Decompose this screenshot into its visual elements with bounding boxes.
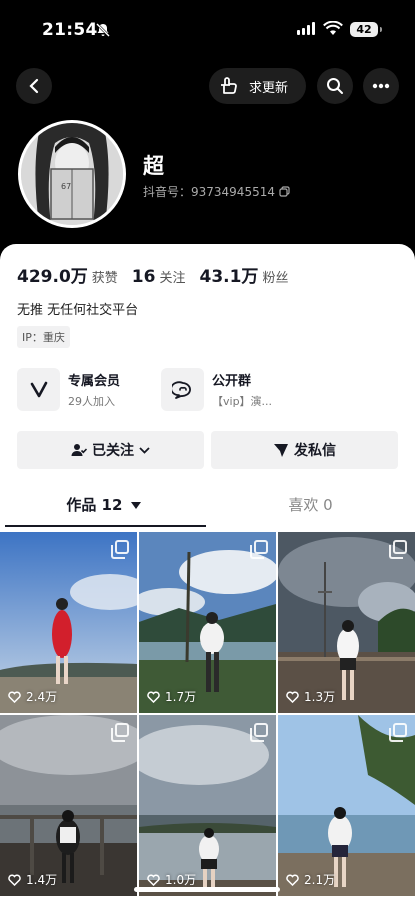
- post-thumbnail[interactable]: 2.1万: [278, 715, 415, 896]
- post-likes: 2.1万: [286, 871, 335, 888]
- stat-likes-value: 429.0万: [17, 267, 88, 287]
- heart-icon: [8, 873, 21, 886]
- cellular-signal-icon: [297, 22, 315, 35]
- send-arrow-icon: [274, 443, 288, 457]
- feature-membership-subtitle: 29人加入: [68, 395, 115, 408]
- status-bar: 21:54 42: [0, 0, 415, 60]
- post-likes-count: 2.4万: [26, 690, 58, 704]
- heart-icon: [8, 690, 21, 703]
- stat-following-value: 16: [131, 267, 156, 287]
- more-dots-icon: [372, 83, 390, 89]
- hand-pointing-icon: [221, 77, 237, 94]
- stat-following-label: 关注: [159, 271, 186, 286]
- post-likes: 1.0万: [147, 871, 196, 888]
- mute-bell-icon: [95, 22, 111, 42]
- status-time: 21:54: [42, 20, 98, 40]
- post-thumbnail[interactable]: 2.4万: [0, 532, 137, 713]
- request-update-button[interactable]: 求更新: [209, 68, 306, 104]
- post-thumbnail[interactable]: 1.7万: [139, 532, 276, 713]
- post-likes: 1.7万: [147, 688, 196, 705]
- svg-text:67: 67: [61, 182, 71, 191]
- tab-works-label: 作品 12: [66, 496, 123, 514]
- send-message-label: 发私信: [294, 443, 336, 459]
- multi-image-icon: [389, 540, 407, 559]
- send-message-button[interactable]: 发私信: [211, 431, 398, 469]
- multi-image-icon: [250, 540, 268, 559]
- battery-icon: 42: [350, 22, 382, 37]
- post-likes-count: 1.3万: [304, 690, 336, 704]
- caret-down-icon: [130, 502, 141, 509]
- back-button[interactable]: [16, 68, 52, 104]
- feature-group-subtitle: 【vip】演...: [212, 395, 273, 408]
- multi-image-icon: [250, 723, 268, 742]
- chevron-down-icon: [139, 446, 150, 454]
- more-button[interactable]: [363, 68, 399, 104]
- profile-card: 429.0万 获赞 16 关注 43.1万 粉丝 无推 无任何社交平台 IP：重…: [0, 244, 415, 534]
- post-thumbnail[interactable]: 1.3万: [278, 532, 415, 713]
- ip-location-badge: IP：重庆: [17, 326, 70, 348]
- stat-followers-value: 43.1万: [199, 267, 259, 287]
- stat-likes[interactable]: 429.0万 获赞: [17, 262, 118, 287]
- heart-icon: [286, 873, 299, 886]
- membership-v-icon: [17, 368, 60, 411]
- post-likes-count: 1.0万: [165, 873, 197, 887]
- user-check-icon: [71, 444, 87, 456]
- search-button[interactable]: [317, 68, 353, 104]
- post-likes: 2.4万: [8, 688, 57, 705]
- feature-membership[interactable]: 专属会员 29人加入: [17, 368, 120, 411]
- stat-following[interactable]: 16 关注: [132, 267, 186, 287]
- tab-active-indicator: [5, 525, 206, 527]
- multi-image-icon: [111, 723, 129, 742]
- bio: 无推 无任何社交平台: [17, 303, 139, 318]
- wifi-icon: [323, 20, 343, 41]
- tab-likes-label: 喜欢 0: [288, 496, 333, 514]
- multi-image-icon: [389, 723, 407, 742]
- post-likes-count: 1.4万: [26, 873, 58, 887]
- heart-icon: [147, 690, 160, 703]
- feature-group-title: 公开群: [212, 374, 252, 389]
- chevron-left-icon: [29, 78, 39, 94]
- post-likes: 1.4万: [8, 871, 57, 888]
- home-indicator[interactable]: [134, 887, 280, 892]
- tab-likes[interactable]: 喜欢 0: [207, 494, 414, 515]
- post-grid: 2.4万 1.7万 1.3万 1.4万 1.0万 2.1万: [0, 532, 415, 900]
- feature-membership-title: 专属会员: [68, 374, 121, 389]
- heart-icon: [286, 690, 299, 703]
- douyin-id[interactable]: 抖音号：93734945514: [143, 183, 290, 200]
- feature-public-group[interactable]: 公开群 【vip】演...: [161, 368, 272, 411]
- stat-likes-label: 获赞: [91, 271, 118, 286]
- post-likes-count: 2.1万: [304, 873, 336, 887]
- stats-row: 429.0万 获赞 16 关注 43.1万 粉丝: [17, 262, 288, 287]
- search-icon: [327, 78, 343, 94]
- post-likes: 1.3万: [286, 688, 335, 705]
- stat-followers[interactable]: 43.1万 粉丝: [199, 262, 288, 287]
- heart-icon: [147, 873, 160, 886]
- group-chat-icon: [161, 368, 204, 411]
- nickname: 超: [143, 154, 164, 178]
- tab-works[interactable]: 作品 12: [0, 494, 207, 515]
- following-button[interactable]: 已关注: [17, 431, 204, 469]
- post-likes-count: 1.7万: [165, 690, 197, 704]
- request-update-label: 求更新: [249, 80, 289, 96]
- copy-icon[interactable]: [279, 186, 290, 197]
- avatar[interactable]: 67: [18, 120, 126, 228]
- stat-followers-label: 粉丝: [262, 271, 289, 286]
- multi-image-icon: [111, 540, 129, 559]
- content-tabs: 作品 12 喜欢 0: [0, 494, 415, 530]
- post-thumbnail[interactable]: 1.4万: [0, 715, 137, 896]
- douyin-id-text: 抖音号：93734945514: [143, 185, 275, 199]
- post-thumbnail[interactable]: 1.0万: [139, 715, 276, 896]
- following-label: 已关注: [92, 443, 134, 459]
